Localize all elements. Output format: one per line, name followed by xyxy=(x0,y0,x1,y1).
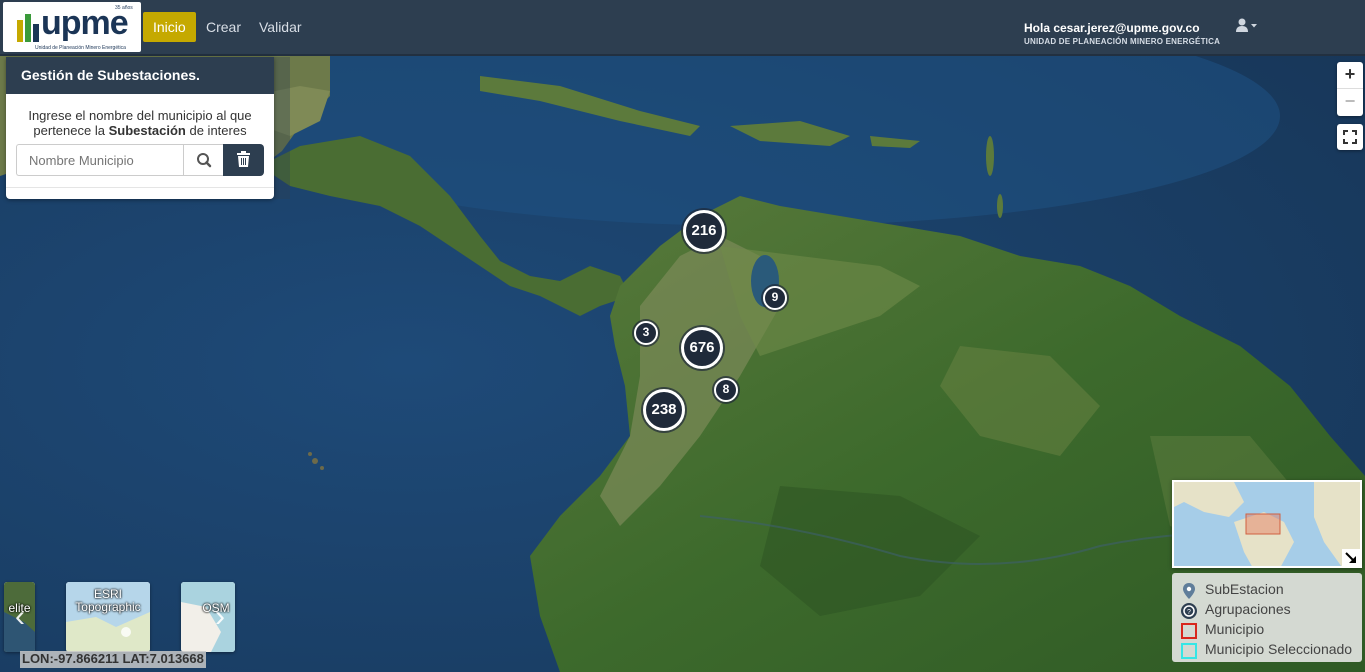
cluster-marker[interactable]: 216 xyxy=(683,210,725,252)
logo-tag: 35 años xyxy=(115,5,133,11)
top-navbar: upme Unidad de Planeación Minero Energét… xyxy=(0,0,1365,56)
trash-icon xyxy=(237,151,250,167)
municipio-search-input[interactable] xyxy=(16,144,183,176)
square-outline-icon xyxy=(1181,643,1197,659)
overview-map-image xyxy=(1174,482,1360,566)
cluster-icon: ? xyxy=(1181,603,1197,619)
user-icon xyxy=(1236,18,1257,32)
overview-toggle-button[interactable] xyxy=(1342,549,1360,566)
panel-title: Gestión de Subestaciones. xyxy=(6,57,274,94)
search-button[interactable] xyxy=(183,144,224,176)
basemap-esri-topographic-thumb[interactable]: ESRI Topographic xyxy=(66,582,150,652)
logo-subtitle: Unidad de Planeación Minero Energética xyxy=(35,45,126,51)
map-legend: SubEstacion ? Agrupaciones Municipio Mun… xyxy=(1172,573,1362,662)
cluster-marker[interactable]: 9 xyxy=(763,286,787,310)
clear-button[interactable] xyxy=(223,144,264,176)
panel-divider xyxy=(6,187,274,188)
cluster-marker[interactable]: 238 xyxy=(643,389,685,431)
logo-mark-icon xyxy=(17,14,39,42)
nav-crear[interactable]: Crear xyxy=(196,12,251,42)
zoom-out-button[interactable]: − xyxy=(1337,88,1363,115)
zoom-control: + − xyxy=(1337,62,1363,116)
panel-collapse-strip[interactable] xyxy=(274,57,290,199)
arrow-down-right-icon xyxy=(1345,552,1356,563)
cluster-marker[interactable]: 8 xyxy=(714,378,738,402)
nav-validar[interactable]: Validar xyxy=(249,12,312,42)
zoom-in-button[interactable]: + xyxy=(1337,62,1363,88)
chevron-down-icon xyxy=(1251,24,1257,28)
user-organization: UNIDAD DE PLANEACIÓN MINERO ENERGÉTICA xyxy=(1024,37,1221,46)
substation-panel: Gestión de Subestaciones. Ingrese el nom… xyxy=(6,57,274,199)
cursor-coordinates: LON:-97.866211 LAT:7.013668 xyxy=(20,651,206,668)
user-greeting: Hola cesar.jerez@upme.gov.co xyxy=(1024,21,1200,35)
gallery-prev-button[interactable]: ‹ xyxy=(8,600,32,634)
square-outline-icon xyxy=(1181,623,1197,639)
user-menu-button[interactable] xyxy=(1236,18,1260,34)
basemap-esri-topographic-label: ESRI Topographic xyxy=(75,587,141,614)
map-pin-icon xyxy=(1183,583,1195,599)
search-icon xyxy=(197,153,212,168)
svg-text:?: ? xyxy=(1187,609,1191,616)
fullscreen-icon xyxy=(1343,130,1357,144)
panel-instruction: Ingrese el nombre del municipio al que p… xyxy=(28,108,252,138)
nav-inicio[interactable]: Inicio xyxy=(143,12,196,42)
cluster-marker[interactable]: 676 xyxy=(681,327,723,369)
gallery-next-button[interactable]: › xyxy=(208,600,232,634)
overview-map[interactable] xyxy=(1172,480,1362,568)
cluster-marker[interactable]: 3 xyxy=(634,321,658,345)
fullscreen-button[interactable] xyxy=(1337,124,1363,150)
upme-logo[interactable]: upme Unidad de Planeación Minero Energét… xyxy=(3,2,141,52)
